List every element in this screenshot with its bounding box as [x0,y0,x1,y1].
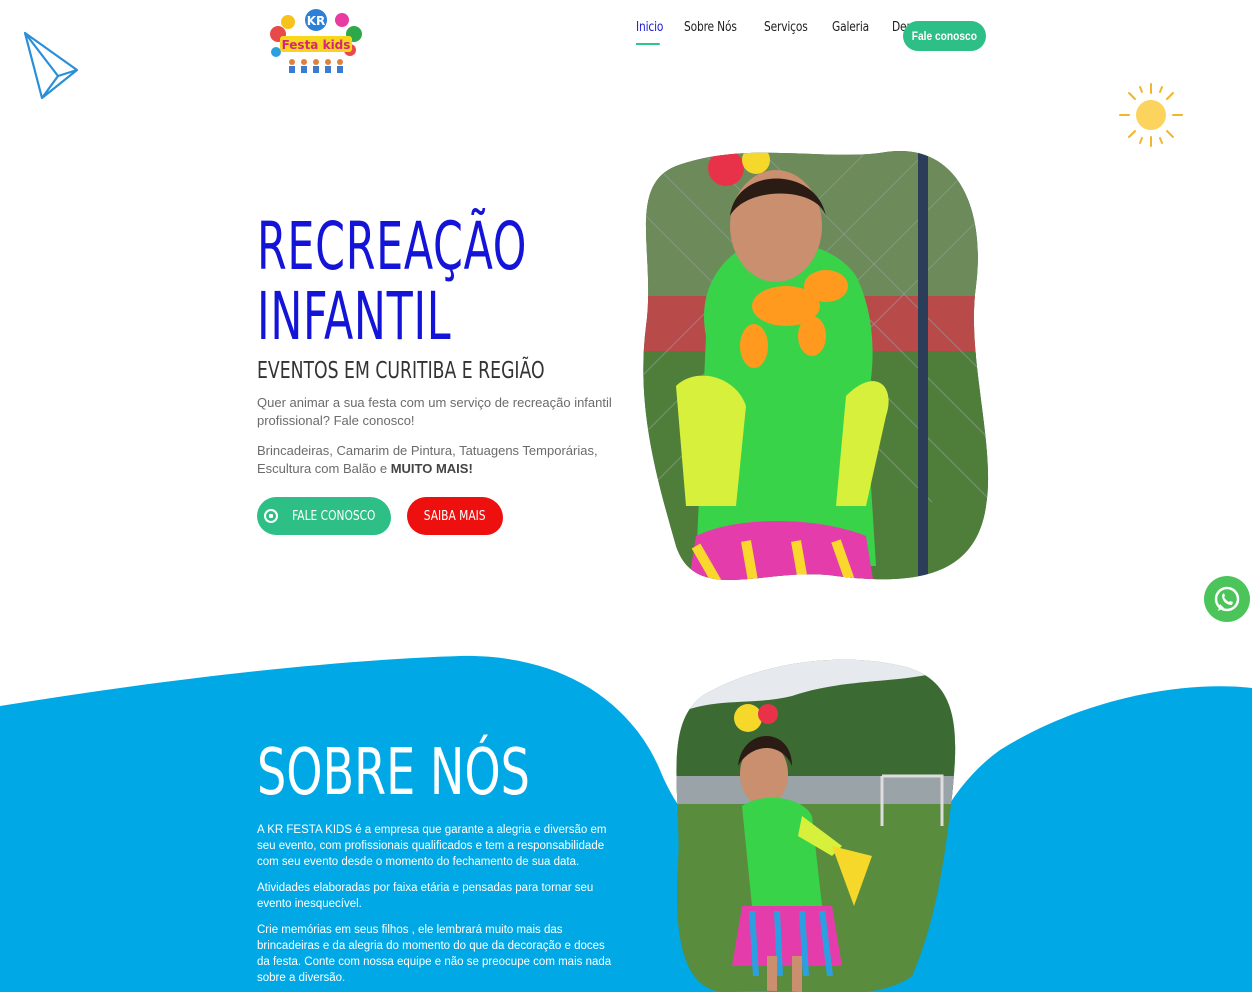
hero-title-line2: INFANTIL [257,278,452,355]
svg-text:Festa kids: Festa kids [282,38,351,52]
whatsapp-icon [263,509,278,523]
whatsapp-float-button[interactable] [1204,576,1250,622]
fale-conosco-nav-label: Fale conosco [911,29,978,43]
about-section-background [0,655,1252,992]
saiba-mais-label: SAIBA MAIS [424,508,486,524]
saiba-mais-button[interactable]: SAIBA MAIS [407,497,503,535]
fale-conosco-label: FALE CONOSCO [291,508,376,524]
about-photo [676,659,956,992]
hero-photo [643,150,989,580]
about-title: SOBRE NÓS [257,736,530,810]
hero-paragraph-2: Brincadeiras, Camarim de Pintura, Tatuag… [257,442,617,478]
brand-logo[interactable]: KR Festa kids [266,6,366,78]
whatsapp-icon [1214,586,1240,612]
hero-paragraph-1: Quer animar a sua festa com um serviço d… [257,395,612,428]
hero-paragraph-2-bold: MUITO MAIS! [390,461,473,476]
about-paragraph-2: Atividades elaboradas por faixa etária e… [257,882,594,910]
sun-icon [1119,83,1183,147]
fale-conosco-button[interactable]: FALE CONOSCO [257,497,391,535]
nav-item-servicos[interactable]: Serviços [764,20,808,35]
svg-text:KR: KR [307,14,326,28]
nav-item-galeria[interactable]: Galeria [832,20,869,35]
hero-title: RECREAÇÃO INFANTIL [257,212,527,352]
hero-subtitle: EVENTOS EM CURITIBA E REGIÃO [257,358,545,384]
nav-item-inicio[interactable]: Inicio [636,20,663,45]
paper-plane-icon [23,31,79,100]
about-paragraph-3: Crie memórias em seus filhos , ele lembr… [257,924,612,984]
nav-item-sobre-nos[interactable]: Sobre Nós [684,20,737,35]
fale-conosco-nav-button[interactable]: Fale conosco [903,21,986,51]
about-paragraph-1: A KR FESTA KIDS é a empresa que garante … [257,824,607,868]
hero-title-line1: RECREAÇÃO [257,208,528,285]
